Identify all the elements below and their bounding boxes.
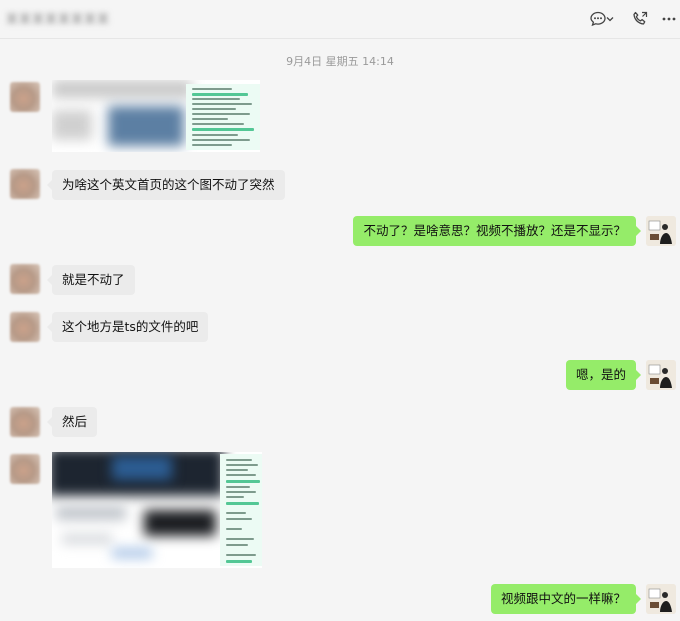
avatar[interactable] <box>10 407 40 437</box>
message-bubble-incoming[interactable]: 这个地方是ts的文件的吧 <box>46 312 209 342</box>
message-bubble-incoming[interactable]: 为啥这个英文首页的这个图不动了突然 <box>47 170 285 200</box>
message-bubble-incoming[interactable]: 然后 <box>46 407 98 437</box>
avatar-picture <box>646 360 676 390</box>
avatar-picture <box>646 584 676 614</box>
chat-title[interactable]: 某某某某某某某某 <box>6 10 121 26</box>
my-avatar[interactable] <box>646 216 676 246</box>
my-avatar[interactable] <box>646 360 676 390</box>
my-avatar[interactable] <box>646 584 676 614</box>
image-message[interactable] <box>52 452 262 568</box>
avatar[interactable] <box>10 82 40 112</box>
more-icon[interactable] <box>657 7 680 31</box>
avatar[interactable] <box>10 312 40 342</box>
code-preview <box>186 84 260 150</box>
code-preview <box>220 454 262 566</box>
message-bubble-outgoing[interactable]: 嗯，是的 <box>565 360 642 390</box>
voice-call-icon[interactable] <box>628 7 652 31</box>
message-bubble-incoming[interactable]: 就是不动了 <box>47 265 135 295</box>
chat-header: 某某某某某某某某 <box>0 0 680 39</box>
chevron-down-icon[interactable] <box>603 7 617 31</box>
message-bubble-outgoing[interactable]: 不动了？是啥意思？视频不播放？还是不显示？ <box>353 216 641 246</box>
avatar[interactable] <box>10 169 40 199</box>
avatar[interactable] <box>10 264 40 294</box>
message-timestamp: 9月4日 星期五 14:14 <box>286 55 394 68</box>
avatar[interactable] <box>10 454 40 484</box>
avatar-picture <box>646 216 676 246</box>
message-bubble-outgoing[interactable]: 视频跟中文的一样嘛？ <box>490 584 642 614</box>
image-message[interactable] <box>52 80 260 152</box>
